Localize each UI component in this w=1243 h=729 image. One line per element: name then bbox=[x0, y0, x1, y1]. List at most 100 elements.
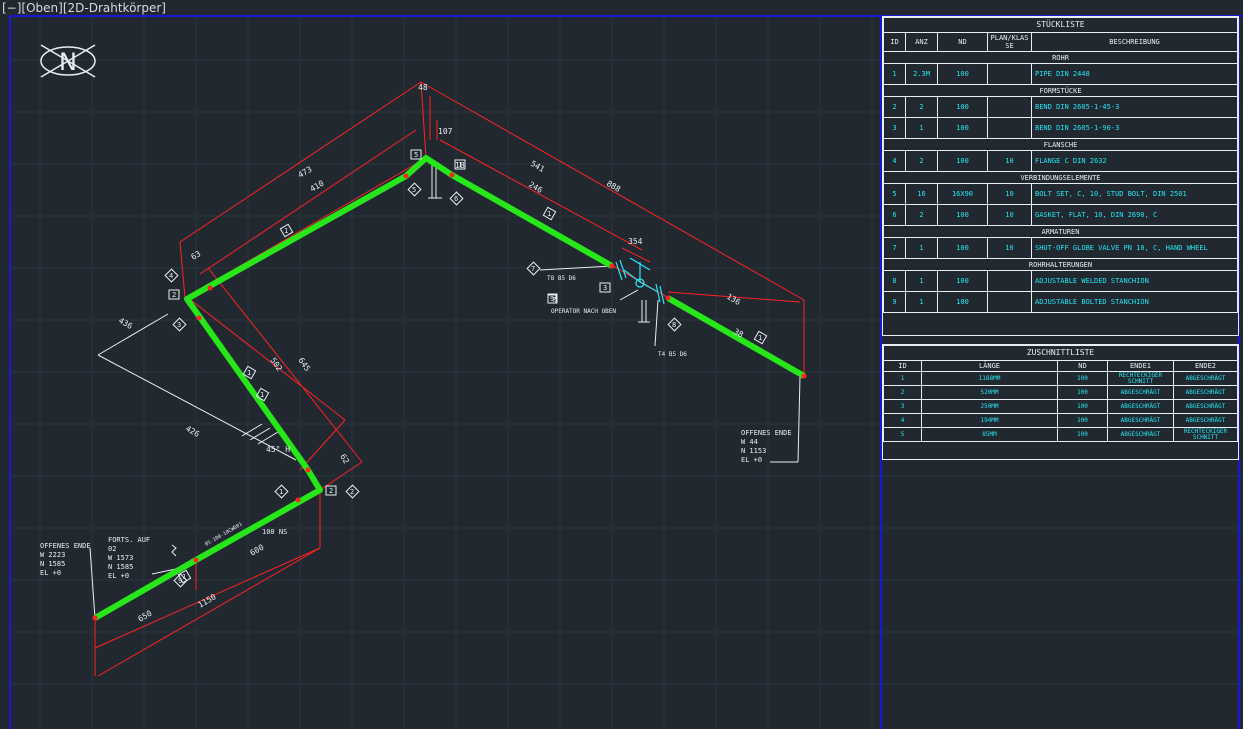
group-header: ARMATUREN bbox=[883, 225, 1238, 238]
open-end-right: N 1153 bbox=[741, 447, 766, 455]
cell-nd: 100 bbox=[937, 291, 988, 313]
cell-id: 3 bbox=[883, 117, 906, 139]
annotation-labels: 100 NS 05-100-10CWD01 T8 B5 D6 T4 B5 D6 … bbox=[40, 275, 792, 580]
cell-id: 5 bbox=[883, 427, 922, 442]
group-header: FORMSTÜCKE bbox=[883, 84, 1238, 97]
box-tag: 3 bbox=[599, 282, 611, 293]
header-id: ID bbox=[883, 32, 906, 52]
cell-nd: 100 bbox=[937, 204, 988, 226]
cell-id: 7 bbox=[883, 237, 906, 259]
cell-anz: 2 bbox=[905, 150, 938, 172]
table-row[interactable]: 1 2.3M 100 PIPE DIN 2448 bbox=[883, 63, 1238, 85]
header-plan: PLAN/KLASSE bbox=[987, 32, 1032, 52]
cell-anz: 16 bbox=[905, 183, 938, 205]
cell-ende2: ABGESCHRÄGT bbox=[1173, 413, 1238, 428]
cell-laenge: 1188MM bbox=[921, 371, 1058, 386]
cell-nd: 16X90 bbox=[937, 183, 988, 205]
cell-nd: 100 bbox=[1057, 385, 1108, 400]
globe-valve-icon bbox=[615, 257, 665, 305]
open-end-right: OFFENES ENDE bbox=[741, 429, 792, 437]
table-row[interactable]: 6 2 100 10 GASKET, FLAT, 10, DIN 2690, C bbox=[883, 204, 1238, 226]
table-row[interactable]: 2 520MM 100 ABGESCHRÄGT ABGESCHRÄGT bbox=[883, 385, 1238, 400]
table-row[interactable]: 4 194MM 100 ABGESCHRÄGT ABGESCHRÄGT bbox=[883, 413, 1238, 428]
cell-plan: 10 bbox=[987, 150, 1032, 172]
cell-desc: PIPE DIN 2448 bbox=[1031, 63, 1238, 85]
group-header: ROHR bbox=[883, 51, 1238, 64]
svg-text:2: 2 bbox=[172, 291, 176, 299]
table-row[interactable]: 3 250MM 100 ABGESCHRÄGT ABGESCHRÄGT bbox=[883, 399, 1238, 414]
dim-label: 426 bbox=[184, 424, 201, 439]
cell-id: 6 bbox=[883, 204, 906, 226]
table-row[interactable]: 7 1 100 10 SHUT-OFF GLOBE VALVE PN 10, C, HA… bbox=[883, 237, 1238, 259]
tag-1-icon: 1 bbox=[274, 484, 289, 499]
cell-nd: 100 bbox=[1057, 413, 1108, 428]
stueckliste-panel[interactable]: STÜCKLISTE ID ANZ ND PLAN/KLASSE BESCHRE… bbox=[882, 16, 1239, 336]
cell-nd: 100 bbox=[937, 270, 988, 292]
cell-nd: 100 bbox=[937, 96, 988, 118]
header-id: ID bbox=[883, 360, 922, 372]
stueckliste-title: STÜCKLISTE bbox=[883, 17, 1238, 33]
cell-nd: 100 bbox=[937, 150, 988, 172]
continuation-note: EL +0 bbox=[108, 572, 129, 580]
dim-label: 48 bbox=[418, 83, 428, 92]
svg-text:9: 9 bbox=[550, 295, 554, 303]
svg-text:7: 7 bbox=[531, 265, 535, 273]
table-row[interactable]: 3 1 100 BEND DIN 2605-1-90-3 bbox=[883, 117, 1238, 139]
dim-label: 1150 bbox=[197, 592, 218, 610]
header-beschreibung: BESCHREIBUNG bbox=[1031, 32, 1238, 52]
cell-desc: ADJUSTABLE BOLTED STANCHION bbox=[1031, 291, 1238, 313]
north-arrow-icon: N bbox=[40, 44, 96, 78]
table-row[interactable]: 5 16 16X90 10 BOLT SET, C, 10, STUD BOLT, DI… bbox=[883, 183, 1238, 205]
dim-label: 107 bbox=[438, 127, 453, 136]
cell-nd: 100 bbox=[1057, 399, 1108, 414]
cell-anz: 2 bbox=[905, 204, 938, 226]
cell-desc: BEND DIN 2605-1-45-3 bbox=[1031, 96, 1238, 118]
open-end-left: OFFENES ENDE bbox=[40, 542, 91, 550]
cell-anz: 1 bbox=[905, 237, 938, 259]
header-nd: ND bbox=[937, 32, 988, 52]
weld-points bbox=[92, 172, 807, 621]
open-end-left: W 2223 bbox=[40, 551, 65, 559]
dim-label: 136 bbox=[725, 292, 742, 307]
table-row[interactable]: 5 85MM 100 ABGESCHRÄGT RECHTECKIGER SCHNITT bbox=[883, 427, 1238, 442]
table-row[interactable]: 2 2 100 BEND DIN 2605-1-45-3 bbox=[883, 96, 1238, 118]
svg-text:1: 1 bbox=[182, 573, 186, 581]
svg-text:1: 1 bbox=[279, 488, 283, 496]
cell-plan bbox=[987, 63, 1032, 85]
svg-text:1: 1 bbox=[247, 369, 251, 377]
box-tag: 2 bbox=[325, 485, 337, 496]
svg-text:1: 1 bbox=[547, 210, 551, 218]
cell-ende2: ABGESCHRÄGT bbox=[1173, 371, 1238, 386]
svg-text:6: 6 bbox=[454, 195, 458, 203]
open-end-right: EL +0 bbox=[741, 456, 762, 464]
cell-nd: 100 bbox=[937, 117, 988, 139]
continuation-note: 02 bbox=[108, 545, 116, 553]
header-laenge: LÄNGE bbox=[921, 360, 1058, 372]
table-row[interactable]: 8 1 100 ADJUSTABLE WELDED STANCHION bbox=[883, 270, 1238, 292]
header-ende2: ENDE2 bbox=[1173, 360, 1238, 372]
cell-desc: BOLT SET, C, 10, STUD BOLT, DIN 2501 bbox=[1031, 183, 1238, 205]
cell-desc: FLANGE C DIN 2632 bbox=[1031, 150, 1238, 172]
cell-desc: SHUT-OFF GLOBE VALVE PN 10, C, HAND WHEE… bbox=[1031, 237, 1238, 259]
cell-id: 1 bbox=[883, 63, 906, 85]
cell-ende1: RECHTECKIGER SCHNITT bbox=[1107, 371, 1174, 386]
cell-ende1: ABGESCHRÄGT bbox=[1107, 427, 1174, 442]
cell-plan bbox=[987, 117, 1032, 139]
cell-id: 2 bbox=[883, 385, 922, 400]
zuschnittliste-table: ZUSCHNITTLISTE ID LÄNGE ND ENDE1 ENDE2 1… bbox=[883, 345, 1238, 442]
svg-text:8: 8 bbox=[672, 321, 676, 329]
dim-label: 650 bbox=[137, 609, 154, 624]
cell-plan bbox=[987, 291, 1032, 313]
table-row[interactable]: 1 1188MM 100 RECHTECKIGER SCHNITT ABGESCHRÄG… bbox=[883, 371, 1238, 386]
dim-label: 354 bbox=[628, 237, 643, 246]
cell-plan bbox=[987, 96, 1032, 118]
table-row[interactable]: 9 1 100 ADJUSTABLE BOLTED STANCHION bbox=[883, 291, 1238, 313]
cell-anz: 2.3M bbox=[905, 63, 938, 85]
cell-id: 8 bbox=[883, 270, 906, 292]
cell-nd: 100 bbox=[1057, 427, 1108, 442]
cell-id: 5 bbox=[883, 183, 906, 205]
table-row[interactable]: 4 2 100 10 FLANGE C DIN 2632 bbox=[883, 150, 1238, 172]
group-header: ROHRHALTERUNGEN bbox=[883, 258, 1238, 271]
stueckliste-table: STÜCKLISTE ID ANZ ND PLAN/KLASSE BESCHRE… bbox=[883, 17, 1238, 313]
zuschnittliste-panel[interactable]: ZUSCHNITTLISTE ID LÄNGE ND ENDE1 ENDE2 1… bbox=[882, 344, 1239, 460]
